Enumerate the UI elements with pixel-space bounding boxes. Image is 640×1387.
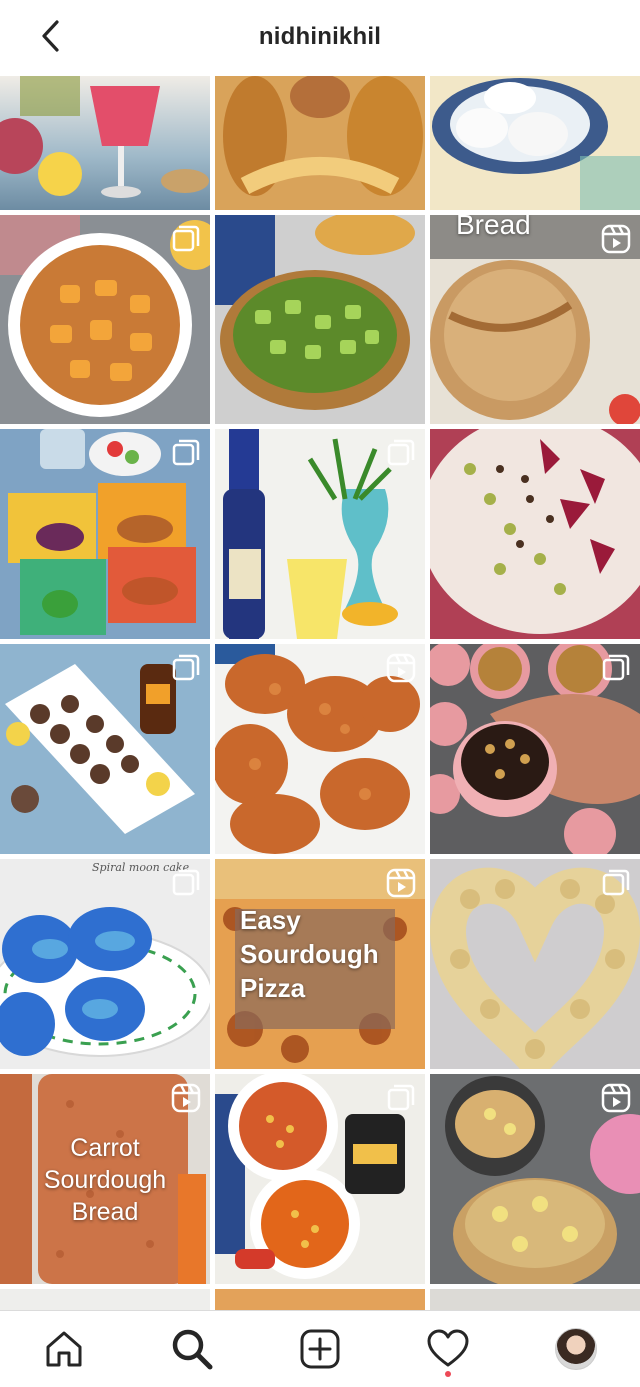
notification-dot [445, 1371, 451, 1377]
grid-tile[interactable]: Spiral moon cake [0, 859, 210, 1069]
posts-grid: Bread Spiral moon cake Easy Sourdough Pi… [0, 76, 640, 1310]
tile-image [223, 76, 423, 196]
tile-overlay-text: Bread [456, 215, 531, 240]
reels-icon [386, 653, 416, 683]
grid-tile[interactable] [430, 859, 640, 1069]
grid-tile[interactable] [0, 76, 210, 210]
back-button[interactable] [28, 14, 72, 58]
grid-tile[interactable] [430, 1074, 640, 1284]
multiple-posts-icon [387, 439, 415, 466]
reels-icon [171, 1083, 201, 1113]
reels-icon [601, 1083, 631, 1113]
add-post-icon [300, 1329, 340, 1369]
grid-tile[interactable] [0, 1289, 210, 1310]
tile-image [430, 429, 640, 634]
multiple-posts-icon [172, 869, 200, 896]
chevron-left-icon [42, 20, 59, 52]
tile-image [0, 76, 209, 198]
home-icon [46, 1331, 82, 1367]
tab-create[interactable] [290, 1319, 350, 1379]
tile-image [432, 78, 640, 210]
grid-tile[interactable] [215, 1289, 425, 1310]
grid-tile[interactable] [0, 215, 210, 424]
multiple-posts-icon [172, 439, 200, 466]
grid-tile[interactable] [0, 429, 210, 639]
tile-overlay-text: Easy Sourdough Pizza [240, 905, 379, 1003]
heart-icon [427, 1329, 469, 1367]
multiple-posts-icon [172, 225, 200, 252]
tab-activity[interactable] [418, 1319, 478, 1379]
grid-tile[interactable] [430, 1289, 640, 1310]
tab-home[interactable] [34, 1319, 94, 1379]
reels-icon [601, 224, 631, 254]
grid-tile[interactable] [215, 1074, 425, 1284]
grid-tile[interactable] [215, 429, 425, 639]
tab-profile[interactable] [546, 1319, 606, 1379]
multiple-posts-icon [172, 654, 200, 681]
tile-image [215, 215, 415, 410]
profile-avatar [555, 1328, 597, 1370]
grid-tile[interactable] [215, 76, 425, 210]
grid-tile[interactable] [430, 76, 640, 210]
multiple-posts-icon [602, 654, 630, 681]
bottom-tab-bar [0, 1310, 640, 1387]
grid-tile[interactable] [0, 644, 210, 854]
grid-tile[interactable] [430, 429, 640, 639]
grid-tile[interactable]: Easy Sourdough Pizza [215, 859, 425, 1069]
grid-tile[interactable] [215, 644, 425, 854]
grid-tile[interactable] [215, 215, 425, 424]
multiple-posts-icon [387, 1084, 415, 1111]
top-bar: nidhinikhil [0, 0, 640, 74]
grid-tile[interactable] [430, 644, 640, 854]
profile-username: nidhinikhil [258, 23, 382, 50]
tab-search[interactable] [162, 1319, 222, 1379]
search-icon [172, 1329, 213, 1370]
grid-tile[interactable]: Carrot Sourdough Bread [0, 1074, 210, 1284]
grid-tile[interactable]: Bread [430, 215, 640, 424]
tile-overlay-text: Carrot Sourdough Bread [43, 1134, 167, 1226]
multiple-posts-icon [602, 869, 630, 896]
reels-icon [386, 868, 416, 898]
